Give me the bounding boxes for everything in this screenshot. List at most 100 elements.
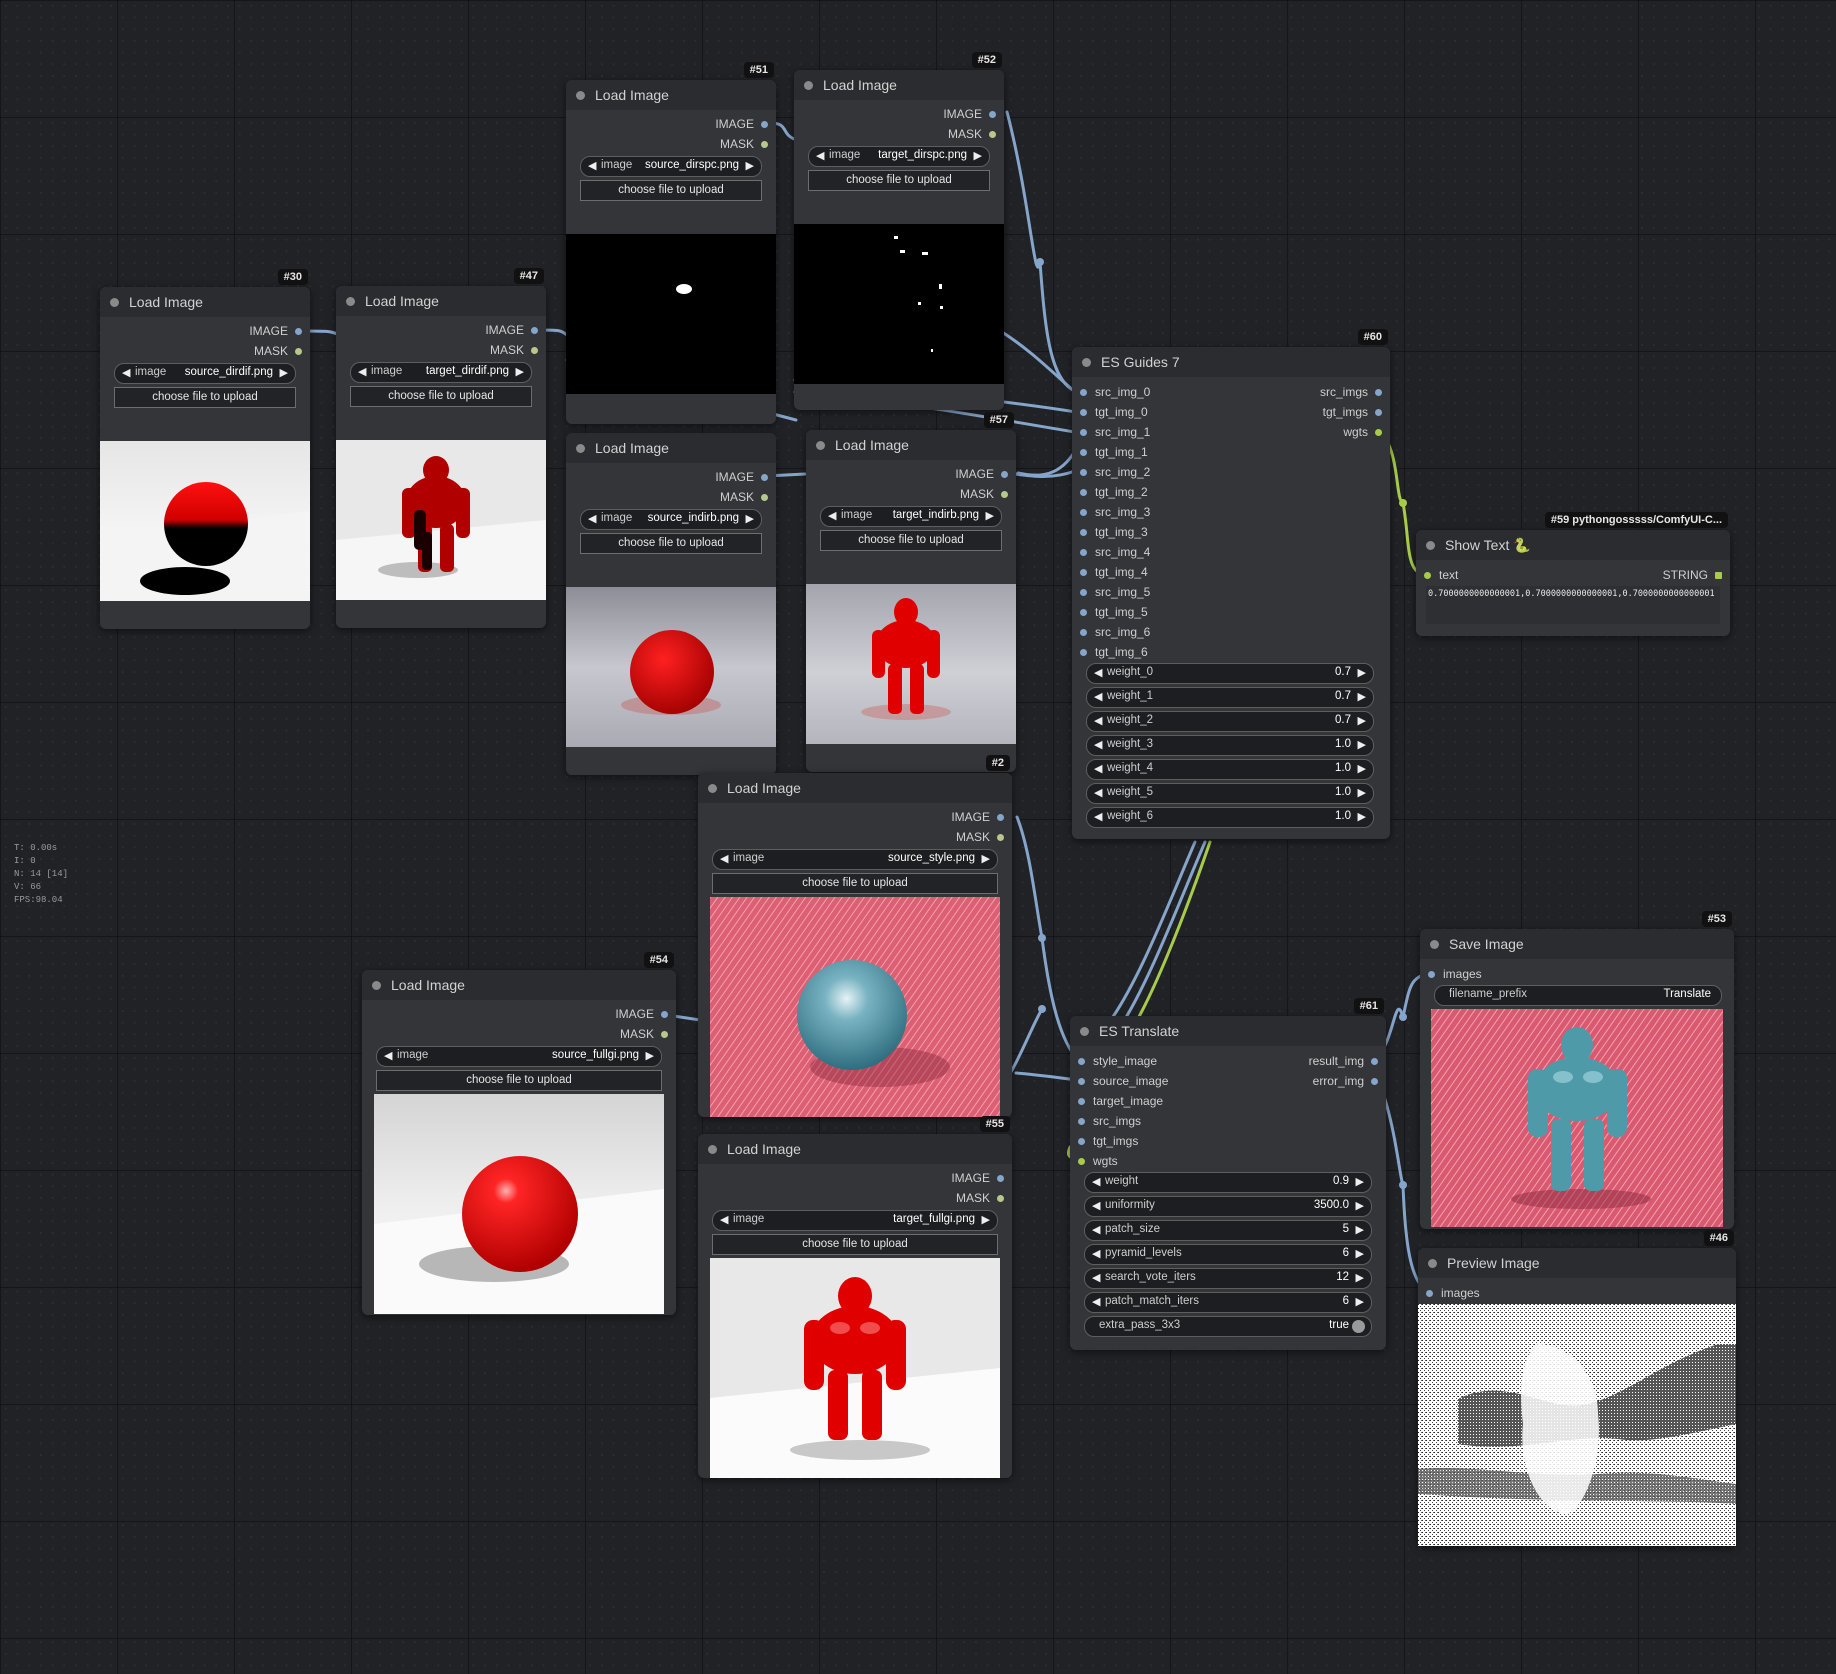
output-mask[interactable]: MASK xyxy=(720,489,768,505)
arrow-right-icon[interactable]: ▶ xyxy=(1356,1295,1364,1308)
output-socket[interactable] xyxy=(661,1010,668,1018)
input-src-img-3[interactable]: src_img_3 xyxy=(1080,504,1150,520)
arrow-right-icon[interactable]: ▶ xyxy=(1358,786,1366,799)
collapse-dot[interactable] xyxy=(804,81,813,90)
output-image[interactable]: IMAGE xyxy=(615,1006,668,1022)
load-image-node-2[interactable]: #2 Load Image IMAGE MASK ◀ image source_st… xyxy=(698,755,1012,1117)
input-socket[interactable] xyxy=(1080,648,1087,656)
node-title-bar[interactable]: Load Image xyxy=(794,70,1004,100)
arrow-left-icon[interactable]: ◀ xyxy=(816,149,824,162)
output-image[interactable]: IMAGE xyxy=(715,469,768,485)
weight-6-stepper[interactable]: ◀ weight_6 1.0 ▶ xyxy=(1086,807,1374,828)
node-title-bar[interactable]: Show Text 🐍 xyxy=(1416,530,1730,560)
arrow-left-icon[interactable]: ◀ xyxy=(1092,1223,1100,1236)
image-combo[interactable]: ◀ image source_dirdif.png ▶ xyxy=(114,363,296,384)
upload-button[interactable]: choose file to upload xyxy=(712,1234,998,1255)
preview-image-node[interactable]: #46 Preview Image images xyxy=(1418,1230,1736,1546)
load-image-node-54[interactable]: #54 Load Image IMAGE MASK ◀ image source_f… xyxy=(362,952,676,1315)
input-tgt-img-0[interactable]: tgt_img_0 xyxy=(1080,404,1148,420)
arrow-right-icon[interactable]: ▶ xyxy=(1356,1223,1364,1236)
output-socket[interactable] xyxy=(997,833,1004,841)
node-title-bar[interactable]: Load Image xyxy=(566,433,776,463)
input-tgt-img-6[interactable]: tgt_img_6 xyxy=(1080,644,1148,660)
output-image[interactable]: IMAGE xyxy=(485,322,538,338)
input-socket[interactable] xyxy=(1426,1289,1433,1297)
input-socket[interactable] xyxy=(1080,548,1087,556)
arrow-right-icon[interactable]: ▶ xyxy=(1358,738,1366,751)
input-src-img-4[interactable]: src_img_4 xyxy=(1080,544,1150,560)
collapse-dot[interactable] xyxy=(1426,541,1435,550)
arrow-right-icon[interactable]: ▶ xyxy=(746,512,754,525)
input-socket[interactable] xyxy=(1080,388,1087,396)
input-socket[interactable] xyxy=(1078,1097,1085,1105)
output-mask[interactable]: MASK xyxy=(620,1026,668,1042)
weight-2-stepper[interactable]: ◀ weight_2 0.7 ▶ xyxy=(1086,711,1374,732)
input-socket[interactable] xyxy=(1080,488,1087,496)
toggle-knob[interactable] xyxy=(1352,1320,1365,1333)
node-title-bar[interactable]: Preview Image xyxy=(1418,1248,1736,1278)
input-socket[interactable] xyxy=(1080,568,1087,576)
output-socket[interactable] xyxy=(997,1174,1004,1182)
output-socket[interactable] xyxy=(531,346,538,354)
output-tgt-imgs[interactable]: tgt_imgs xyxy=(1323,404,1382,420)
arrow-left-icon[interactable]: ◀ xyxy=(1092,1295,1100,1308)
output-src-imgs[interactable]: src_imgs xyxy=(1320,384,1382,400)
es-guides-node[interactable]: #60 ES Guides 7 src_img_0 tgt_img_0 src_… xyxy=(1072,329,1390,839)
output-image[interactable]: IMAGE xyxy=(943,106,996,122)
output-socket[interactable] xyxy=(761,493,768,501)
output-error-img[interactable]: error_img xyxy=(1313,1073,1378,1089)
output-socket[interactable] xyxy=(989,110,996,118)
arrow-right-icon[interactable]: ▶ xyxy=(516,365,524,378)
upload-button[interactable]: choose file to upload xyxy=(580,533,762,554)
output-socket[interactable] xyxy=(1715,571,1722,579)
input-socket[interactable] xyxy=(1080,588,1087,596)
output-socket[interactable] xyxy=(761,473,768,481)
upload-button[interactable]: choose file to upload xyxy=(114,387,296,408)
search-vote-iters-stepper[interactable]: ◀ search_vote_iters 12 ▶ xyxy=(1084,1268,1372,1289)
arrow-right-icon[interactable]: ▶ xyxy=(1358,714,1366,727)
save-image-node[interactable]: #53 Save Image images filename_prefix Tra… xyxy=(1420,911,1734,1229)
output-socket[interactable] xyxy=(1371,1077,1378,1085)
output-socket[interactable] xyxy=(761,120,768,128)
image-combo[interactable]: ◀ image source_dirspc.png ▶ xyxy=(580,156,762,177)
output-image[interactable]: IMAGE xyxy=(951,1170,1004,1186)
weight-4-stepper[interactable]: ◀ weight_4 1.0 ▶ xyxy=(1086,759,1374,780)
input-socket[interactable] xyxy=(1080,608,1087,616)
node-title-bar[interactable]: Load Image xyxy=(698,1134,1012,1164)
input-src-img-5[interactable]: src_img_5 xyxy=(1080,584,1150,600)
output-socket[interactable] xyxy=(1001,490,1008,498)
patch-size-stepper[interactable]: ◀ patch_size 5 ▶ xyxy=(1084,1220,1372,1241)
input-socket[interactable] xyxy=(1078,1157,1085,1165)
output-result-img[interactable]: result_img xyxy=(1309,1053,1378,1069)
arrow-left-icon[interactable]: ◀ xyxy=(720,852,728,865)
input-socket[interactable] xyxy=(1078,1077,1085,1085)
image-combo[interactable]: ◀ image target_fullgi.png ▶ xyxy=(712,1210,998,1231)
input-socket[interactable] xyxy=(1078,1117,1085,1125)
collapse-dot[interactable] xyxy=(708,784,717,793)
node-title-bar[interactable]: Load Image xyxy=(698,773,1012,803)
arrow-right-icon[interactable]: ▶ xyxy=(746,159,754,172)
upload-button[interactable]: choose file to upload xyxy=(350,386,532,407)
output-socket[interactable] xyxy=(761,140,768,148)
output-socket[interactable] xyxy=(1375,428,1382,436)
output-image[interactable]: IMAGE xyxy=(951,809,1004,825)
arrow-right-icon[interactable]: ▶ xyxy=(1356,1271,1364,1284)
input-images[interactable]: images xyxy=(1426,1285,1480,1301)
output-wgts[interactable]: wgts xyxy=(1343,424,1382,440)
uniformity-stepper[interactable]: ◀ uniformity 3500.0 ▶ xyxy=(1084,1196,1372,1217)
collapse-dot[interactable] xyxy=(1430,940,1439,949)
load-image-node-52[interactable]: #52 Load Image IMAGE MASK ◀ image target_d… xyxy=(794,52,1004,410)
output-mask[interactable]: MASK xyxy=(948,126,996,142)
arrow-right-icon[interactable]: ▶ xyxy=(1356,1199,1364,1212)
load-image-node-55[interactable]: #55 Load Image IMAGE MASK ◀ image target_f… xyxy=(698,1116,1012,1478)
extra-pass-toggle[interactable]: extra_pass_3x3 true xyxy=(1084,1316,1372,1337)
collapse-dot[interactable] xyxy=(110,298,119,307)
arrow-left-icon[interactable]: ◀ xyxy=(1094,810,1102,823)
upload-button[interactable]: choose file to upload xyxy=(376,1070,662,1091)
output-socket[interactable] xyxy=(997,1194,1004,1202)
arrow-left-icon[interactable]: ◀ xyxy=(1094,786,1102,799)
input-socket[interactable] xyxy=(1080,528,1087,536)
input-tgt-imgs[interactable]: tgt_imgs xyxy=(1078,1133,1138,1149)
arrow-right-icon[interactable]: ▶ xyxy=(646,1049,654,1062)
collapse-dot[interactable] xyxy=(576,444,585,453)
